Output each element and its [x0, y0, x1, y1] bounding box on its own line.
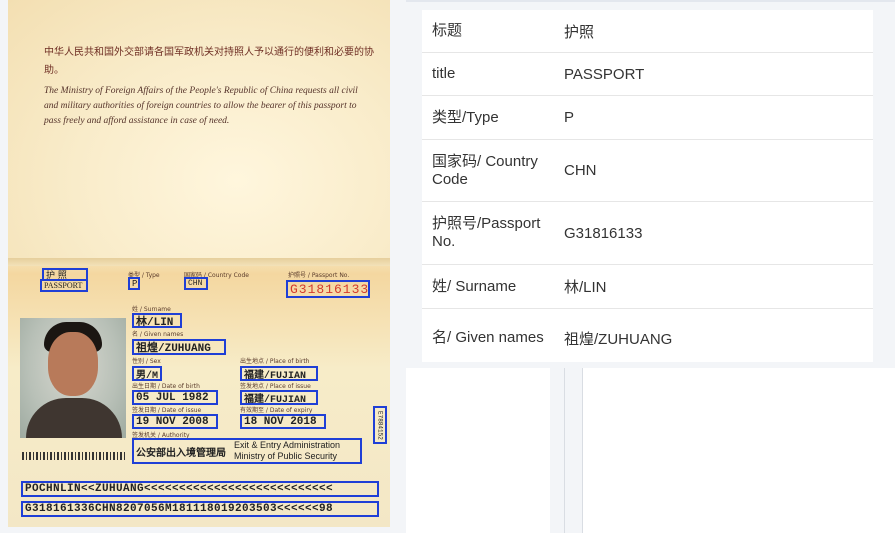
- table-key: 护照号/Passport No.: [432, 215, 541, 250]
- label-place-of-issue: 签发地点 / Place of issue: [240, 383, 311, 390]
- label-sex: 性别 / Sex: [132, 358, 161, 365]
- table-row: 标题 护照: [422, 10, 873, 53]
- passport-sex-value: 男/M: [132, 366, 162, 381]
- table-key: 类型/Type: [432, 108, 499, 126]
- passport-birth-place-value: 福建/FUJIAN: [240, 366, 318, 381]
- table-value: CHN: [564, 162, 597, 179]
- holder-photo: [20, 318, 126, 438]
- label-place-of-birth: 出生地点 / Place of birth: [240, 358, 310, 365]
- mrz-line-1: POCHNLIN<<ZUHUANG<<<<<<<<<<<<<<<<<<<<<<<…: [21, 481, 379, 497]
- lower-right-panel: [583, 368, 895, 533]
- passport-fold: [8, 258, 390, 266]
- divider: [564, 368, 565, 533]
- authority-en-2: Ministry of Public Security: [234, 451, 338, 461]
- authority-cn: 公安部出入境管理局: [136, 447, 226, 459]
- passport-side-code: E7884152: [373, 406, 387, 444]
- passport-authority-box: 公安部出入境管理局 Exit & Entry Administration Mi…: [132, 438, 362, 464]
- label-date-of-issue: 签发日期 / Date of issue: [132, 407, 202, 414]
- table-row: 国家码/ Country Code CHN: [422, 140, 873, 202]
- table-value: G31816133: [564, 224, 643, 242]
- table-value: 林/LIN: [564, 279, 607, 296]
- table-key: 标题: [432, 22, 463, 39]
- passport-en-intro: The Ministry of Foreign Affairs of the P…: [44, 86, 358, 126]
- passport-number-value: G31816133: [286, 280, 370, 298]
- table-value: PASSPORT: [564, 65, 645, 83]
- passport-info-table: 标题 护照 title PASSPORT 类型/Type P 国家码/ Coun…: [422, 10, 873, 367]
- panel-top-border: [406, 0, 895, 2]
- table-row: 名/ Given names 祖煌/ZUHUANG: [422, 309, 873, 367]
- table-key: 姓/ Surname: [432, 277, 517, 295]
- table-row: 护照号/Passport No. G31816133: [422, 202, 873, 265]
- passport-top-page: [8, 0, 390, 258]
- passport-issue-date-value: 19 NOV 2008: [132, 414, 218, 429]
- passport-country-value: CHN: [184, 277, 208, 290]
- passport-surname-value: 林/LIN: [132, 313, 182, 328]
- lower-left-panel: [406, 368, 550, 533]
- table-row: 姓/ Surname 林/LIN: [422, 265, 873, 309]
- passport-dob-value: 05 JUL 1982: [132, 390, 218, 405]
- label-surname: 姓 / Surname: [132, 306, 171, 313]
- table-value: P: [564, 109, 575, 126]
- passport-expiry-value: 18 NOV 2018: [240, 414, 326, 429]
- label-passport-no: 护照号 / Passport No.: [288, 272, 350, 279]
- table-key: 国家码/ Country Code: [432, 152, 538, 188]
- table-row: title PASSPORT: [422, 53, 873, 96]
- passport-type-value: P: [128, 277, 140, 290]
- label-date-of-expiry: 有效期至 / Date of expiry: [240, 407, 313, 414]
- barcode-strip: [22, 452, 126, 460]
- label-date-of-birth: 出生日期 / Date of birth: [132, 383, 200, 390]
- table-key: 名/ Given names: [432, 329, 544, 346]
- mrz-line-2: G318161336CHN8207056M181118019203503<<<<…: [21, 501, 379, 517]
- passport-issue-place-value: 福建/FUJIAN: [240, 390, 318, 405]
- passport-given-value: 祖煌/ZUHUANG: [132, 339, 226, 355]
- lower-panel: [406, 362, 895, 533]
- passport-cn-intro: 中华人民共和国外交部请各国军政机关对持照人予以通行的便利和必要的协助。: [44, 47, 374, 76]
- authority-en-1: Exit & Entry Administration: [234, 440, 341, 450]
- table-key: title: [432, 65, 456, 82]
- passport-image: 中华人民共和国外交部请各国军政机关对持照人予以通行的便利和必要的协助。 The …: [8, 0, 390, 527]
- passport-title-en: PASSPORT: [40, 279, 88, 292]
- table-row: 类型/Type P: [422, 96, 873, 140]
- label-given-names: 名 / Given names: [132, 331, 184, 338]
- table-value: 祖煌/ZUHUANG: [564, 330, 673, 348]
- table-value: 护照: [564, 23, 595, 41]
